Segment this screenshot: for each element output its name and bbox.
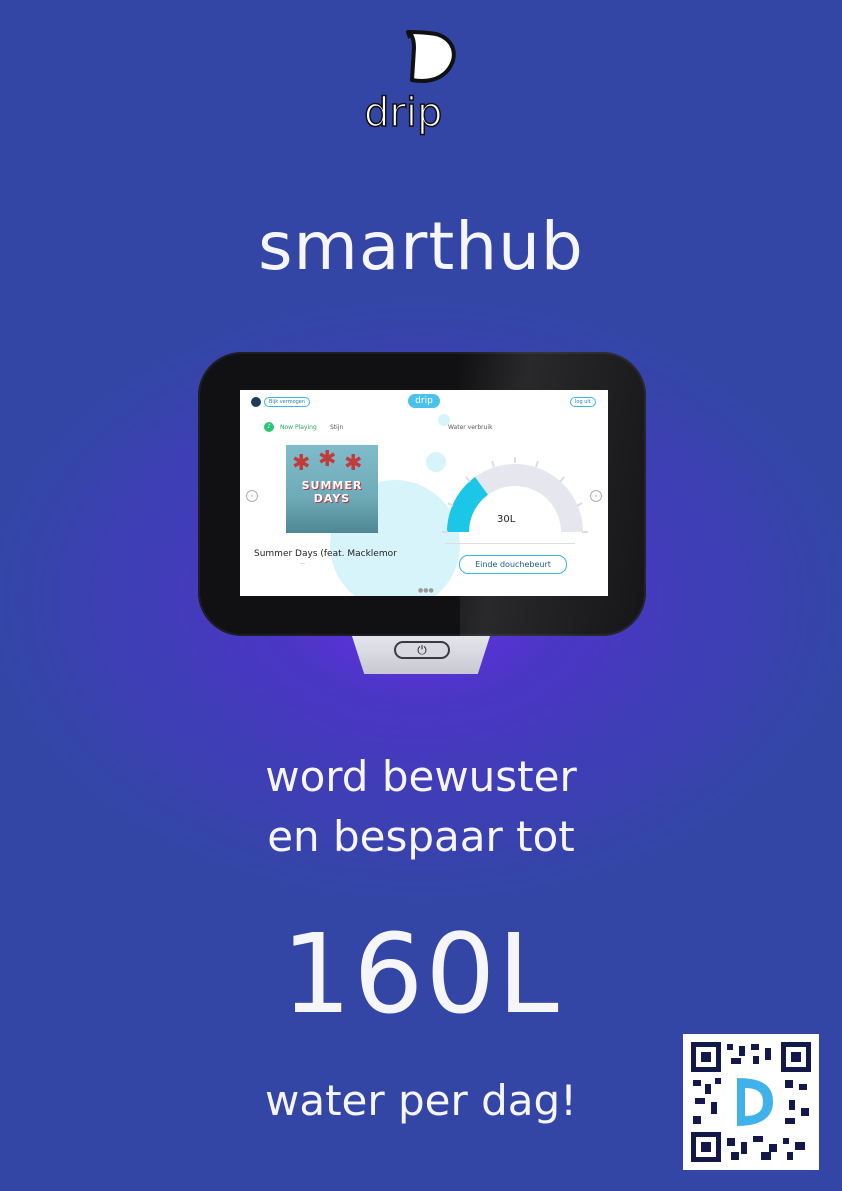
gauge-value: 30L [497, 514, 516, 525]
song-title: Summer Days (feat. Macklemor [254, 549, 397, 559]
palm-icon: ✱ [318, 447, 337, 472]
power-icon: ⏻ [417, 642, 427, 657]
now-playing-label: Now Playing [280, 424, 317, 431]
power-pill[interactable]: Bijk vermogen [264, 397, 311, 407]
spotify-icon: ♪ [264, 422, 274, 432]
power-button[interactable]: ⏻ [394, 641, 450, 659]
palm-icon: ✱ [292, 451, 311, 476]
logout-pill[interactable]: log uit [570, 397, 596, 407]
water-gauge [442, 457, 588, 533]
album-cover: ✱ ✱ ✱ SUMMER DAYS [286, 445, 378, 533]
tagline-line-1: word bewuster [265, 752, 577, 801]
water-usage-label: Water verbruik [448, 424, 493, 431]
end-shower-button[interactable]: Einde douchebeurt [459, 555, 567, 574]
page-title: smarthub [258, 208, 584, 285]
logo-text: drip [364, 90, 442, 136]
album-title: SUMMER DAYS [301, 479, 363, 505]
profile-icon[interactable] [251, 397, 261, 407]
qr-code[interactable] [683, 1034, 819, 1170]
now-playing-app: Stijn [330, 424, 344, 431]
next-arrow-icon[interactable]: › [590, 490, 602, 502]
screen-logo: drip [408, 394, 440, 408]
song-artist: — [300, 561, 305, 567]
qr-code-icon [691, 1042, 811, 1162]
tagline-line-2: en bespaar tot [267, 812, 575, 861]
gauge-fill [447, 476, 489, 533]
palm-icon: ✱ [344, 451, 363, 476]
prev-arrow-icon[interactable]: ‹ [246, 490, 258, 502]
savings-amount: 160L [281, 910, 561, 1038]
page-indicator: ●●● [418, 587, 434, 594]
drip-logo-icon: drip [360, 26, 470, 137]
gauge-divider [445, 543, 575, 544]
device-screen: Bijk vermogen drip log uit ♪ Now Playing… [240, 390, 608, 596]
